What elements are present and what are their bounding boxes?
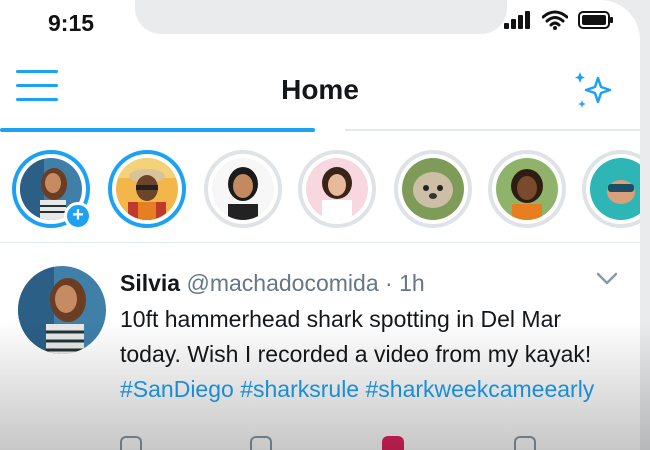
page-title: Home — [281, 74, 359, 105]
story-4[interactable] — [298, 150, 376, 228]
tweet-handle[interactable]: @machadocomida — [187, 270, 379, 296]
tab-inactive-indicator[interactable] — [345, 129, 640, 131]
tweet-time[interactable]: 1h — [399, 270, 425, 296]
story-5[interactable] — [394, 150, 472, 228]
tweet-header: Silvia @machadocomida · 1h — [120, 270, 425, 297]
cellular-signal-icon — [504, 11, 530, 29]
tweet-separator: · — [385, 270, 393, 296]
retweet-icon[interactable] — [250, 436, 272, 450]
avatar — [590, 158, 640, 220]
story-7[interactable] — [582, 150, 640, 228]
stories-row: + — [0, 150, 640, 230]
hashtag-link[interactable]: #SanDiego — [120, 376, 234, 402]
avatar[interactable] — [18, 266, 106, 354]
avatar — [212, 158, 274, 220]
tweet[interactable]: Silvia @machadocomida · 1h 10ft hammerhe… — [0, 244, 640, 450]
story-3[interactable] — [204, 150, 282, 228]
status-icons — [504, 10, 614, 30]
status-bar: 9:15 — [0, 0, 640, 48]
battery-icon — [578, 11, 613, 29]
phone-screen: 9:15 Home + Silvia @machadocomida · 1h 1… — [0, 0, 640, 450]
hashtag-link[interactable]: #sharksrule — [240, 376, 359, 402]
app-header: Home — [0, 58, 640, 122]
story-6[interactable] — [488, 150, 566, 228]
chevron-down-icon[interactable] — [596, 272, 618, 286]
tweet-text: 10ft hammerhead shark spotting in Del Ma… — [120, 302, 620, 407]
story-your-story[interactable]: + — [12, 150, 92, 230]
wifi-icon — [542, 10, 568, 30]
tab-indicator — [0, 128, 640, 132]
tab-active-indicator[interactable] — [0, 128, 315, 132]
like-icon[interactable] — [382, 436, 404, 450]
share-icon[interactable] — [514, 436, 536, 450]
avatar — [116, 158, 178, 220]
feed-divider — [0, 242, 640, 243]
add-story-button[interactable]: + — [64, 202, 92, 230]
tweet-actions — [120, 436, 600, 450]
tweet-body: 10ft hammerhead shark spotting in Del Ma… — [120, 306, 592, 367]
avatar — [306, 158, 368, 220]
status-time: 9:15 — [48, 10, 95, 36]
sparkle-icon[interactable] — [572, 68, 616, 112]
hashtag-link[interactable]: #sharkweekcameearly — [365, 376, 594, 402]
avatar — [402, 158, 464, 220]
story-2[interactable] — [108, 150, 186, 228]
tweet-author-name[interactable]: Silvia — [120, 270, 180, 296]
avatar — [496, 158, 558, 220]
reply-icon[interactable] — [120, 436, 142, 450]
